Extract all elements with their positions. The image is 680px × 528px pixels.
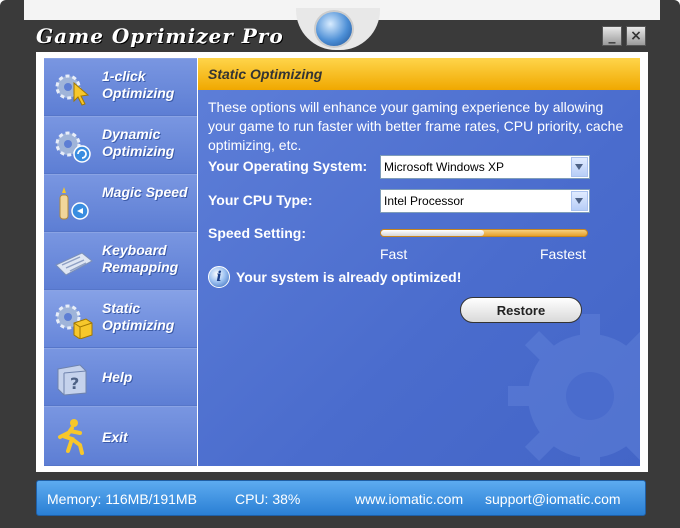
globe-logo-icon bbox=[314, 10, 354, 48]
sidebar-item-label: Static Optimizing bbox=[102, 300, 175, 333]
sidebar-item-exit[interactable]: Exit bbox=[44, 406, 197, 466]
title-bar[interactable]: Game Oprimizer Pro _ × bbox=[0, 8, 680, 54]
speed-label: Speed Setting: bbox=[208, 225, 307, 241]
speed-slider[interactable] bbox=[380, 229, 588, 237]
sidebar-item-static-optimizing[interactable]: Static Optimizing bbox=[44, 290, 197, 348]
sidebar-item-magic-speed[interactable]: Magic Speed bbox=[44, 174, 197, 232]
memory-status: Memory: 116MB/191MB bbox=[47, 491, 197, 507]
minimize-button[interactable]: _ bbox=[602, 26, 622, 46]
sidebar-item-label: 1-click Optimizing bbox=[102, 68, 175, 101]
support-email-link[interactable]: support@iomatic.com bbox=[485, 491, 621, 507]
gear-refresh-icon bbox=[55, 131, 91, 163]
website-link[interactable]: www.iomatic.com bbox=[355, 491, 463, 507]
cpu-status: CPU: 38% bbox=[235, 491, 301, 507]
app-window: Game Oprimizer Pro _ × 1-click Optimizin… bbox=[0, 0, 680, 528]
help-book-icon: ? bbox=[57, 364, 87, 396]
sidebar-item-help[interactable]: ? Help bbox=[44, 348, 197, 406]
sidebar-item-label: Help bbox=[102, 369, 133, 385]
panel-description: These options will enhance your gaming e… bbox=[208, 99, 624, 153]
sidebar-nav: 1-click Optimizing Dynamic Optimizing Ma… bbox=[44, 58, 197, 466]
svg-text:?: ? bbox=[70, 374, 79, 393]
cpu-select[interactable]: Intel Processor bbox=[380, 189, 590, 213]
sidebar-item-label: Dynamic Optimizing bbox=[102, 126, 175, 159]
cpu-label: Your CPU Type: bbox=[208, 192, 313, 208]
panel-title: Static Optimizing bbox=[208, 66, 323, 82]
speed-slider-fill bbox=[381, 230, 484, 236]
info-icon: i bbox=[208, 266, 230, 288]
speed-max-label: Fastest bbox=[540, 246, 586, 262]
sidebar-item-dynamic-optimizing[interactable]: Dynamic Optimizing bbox=[44, 116, 197, 174]
speed-min-label: Fast bbox=[380, 246, 408, 262]
restore-button[interactable]: Restore bbox=[460, 297, 582, 323]
gear-cursor-icon bbox=[55, 74, 90, 106]
sidebar-item-1-click-optimizing[interactable]: 1-click Optimizing bbox=[44, 58, 197, 116]
chevron-down-icon[interactable] bbox=[571, 191, 588, 211]
close-button[interactable]: × bbox=[626, 26, 646, 46]
panel-header: Static Optimizing bbox=[198, 58, 640, 90]
chevron-down-icon[interactable] bbox=[571, 157, 588, 177]
app-logo bbox=[296, 8, 380, 50]
sidebar-item-label: Magic Speed bbox=[102, 184, 188, 200]
os-select-value: Microsoft Windows XP bbox=[384, 160, 505, 174]
os-select[interactable]: Microsoft Windows XP bbox=[380, 155, 590, 179]
cpu-select-value: Intel Processor bbox=[384, 194, 465, 208]
gear-box-icon bbox=[55, 304, 93, 339]
optimization-status-text: Your system is already optimized! bbox=[236, 269, 462, 285]
static-optimizing-panel: Static Optimizing These options will enh… bbox=[198, 58, 640, 466]
app-title: Game Oprimizer Pro bbox=[36, 24, 284, 48]
magic-speed-icon bbox=[59, 187, 89, 220]
os-label: Your Operating System: bbox=[208, 158, 368, 174]
sidebar-item-label: Exit bbox=[102, 429, 128, 445]
keyboard-icon bbox=[55, 252, 93, 276]
sidebar-item-keyboard-remapping[interactable]: Keyboard Remapping bbox=[44, 232, 197, 290]
status-bar: Memory: 116MB/191MB CPU: 38% www.iomatic… bbox=[36, 480, 646, 516]
sidebar-item-label: Keyboard Remapping bbox=[102, 242, 179, 275]
running-man-icon bbox=[58, 419, 84, 455]
